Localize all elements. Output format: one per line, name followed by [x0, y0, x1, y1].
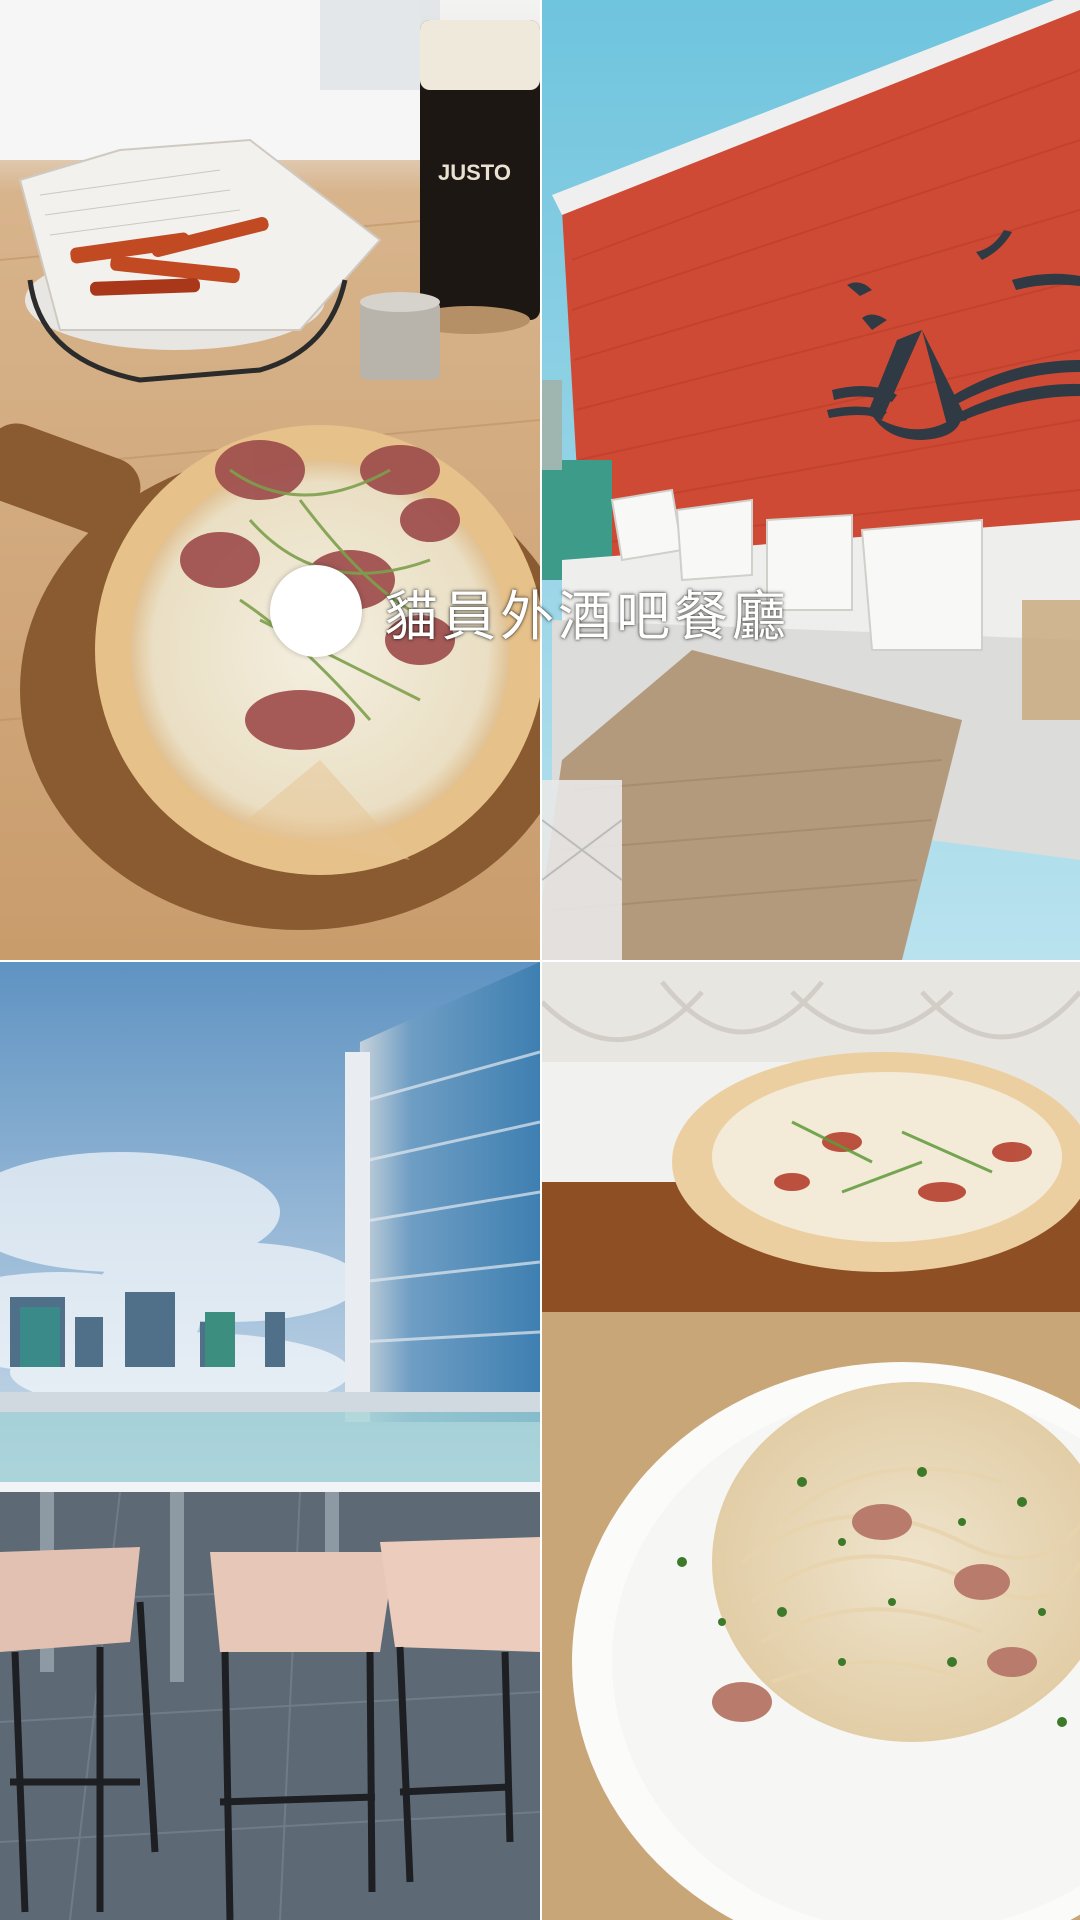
caption-title: 貓員外酒吧餐廳 — [384, 584, 790, 648]
caption-dot-icon — [270, 565, 362, 657]
photo-collage: JUSTO 貓員外酒吧餐廳 — [0, 0, 1080, 1920]
photo-carbonara-pizza — [542, 962, 1080, 1920]
caption-overlay: 貓員外酒吧餐廳 — [270, 565, 790, 657]
photo-city-skyline-terrace — [0, 962, 540, 1920]
photo-pizza-fries-beer: JUSTO — [0, 0, 540, 960]
glass-label-text: JUSTO — [438, 160, 511, 185]
collage-divider-horizontal — [0, 960, 1080, 962]
photo-red-wall-lounge — [542, 0, 1080, 960]
